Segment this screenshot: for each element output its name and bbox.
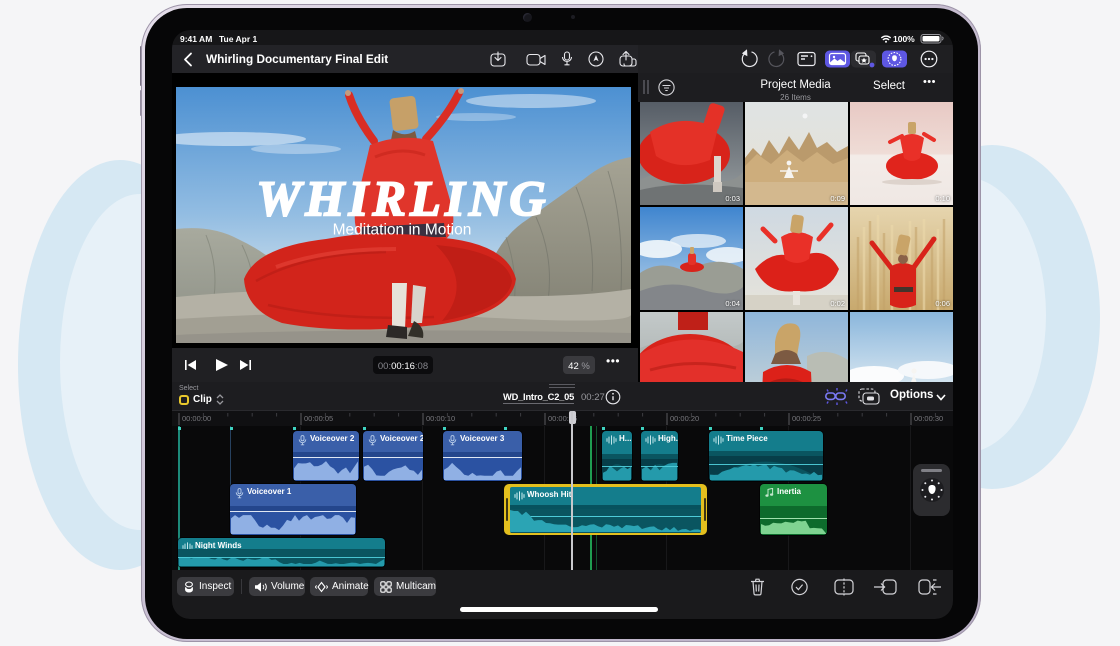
svg-text:Meditation in Motion: Meditation in Motion (333, 222, 472, 239)
svg-text:100%: 100% (893, 34, 915, 44)
svg-text:WHIRLING: WHIRLING (257, 170, 546, 226)
